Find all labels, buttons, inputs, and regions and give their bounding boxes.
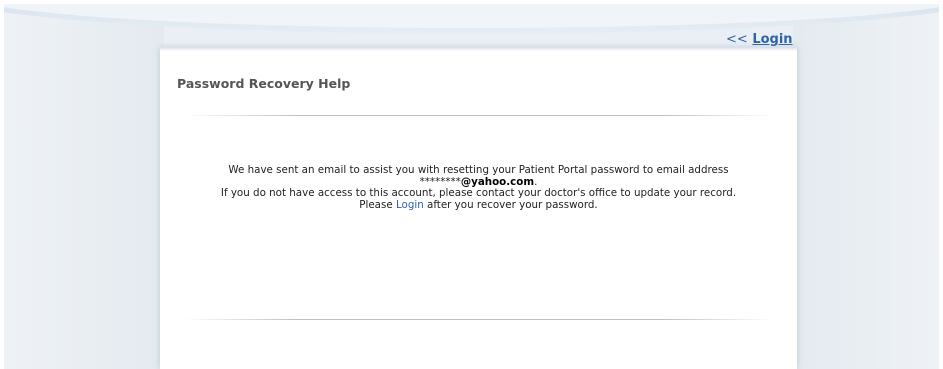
email-suffix: . — [534, 175, 538, 188]
back-to-login-link[interactable]: << Login — [726, 32, 793, 47]
email-domain: @yahoo.com — [460, 175, 535, 188]
email-masked: ******** — [419, 175, 461, 188]
login-suffix: after you recover your password. — [427, 198, 598, 211]
login-prefix: Please — [359, 198, 393, 211]
recovery-message: We have sent an email to assist you with… — [160, 164, 797, 212]
message-line-login: Please Login after you recover your pass… — [160, 198, 797, 212]
back-arrows: << — [726, 32, 748, 47]
inline-login-link[interactable]: Login — [396, 199, 424, 211]
right-side-panel — [793, 4, 939, 369]
card-top-edge — [160, 47, 797, 51]
back-to-login-label: Login — [752, 32, 793, 47]
bottom-divider — [184, 319, 774, 320]
password-recovery-card: Password Recovery Help We have sent an e… — [160, 47, 797, 369]
page-title: Password Recovery Help — [177, 76, 351, 91]
top-divider — [184, 115, 774, 116]
left-side-panel — [4, 4, 164, 369]
